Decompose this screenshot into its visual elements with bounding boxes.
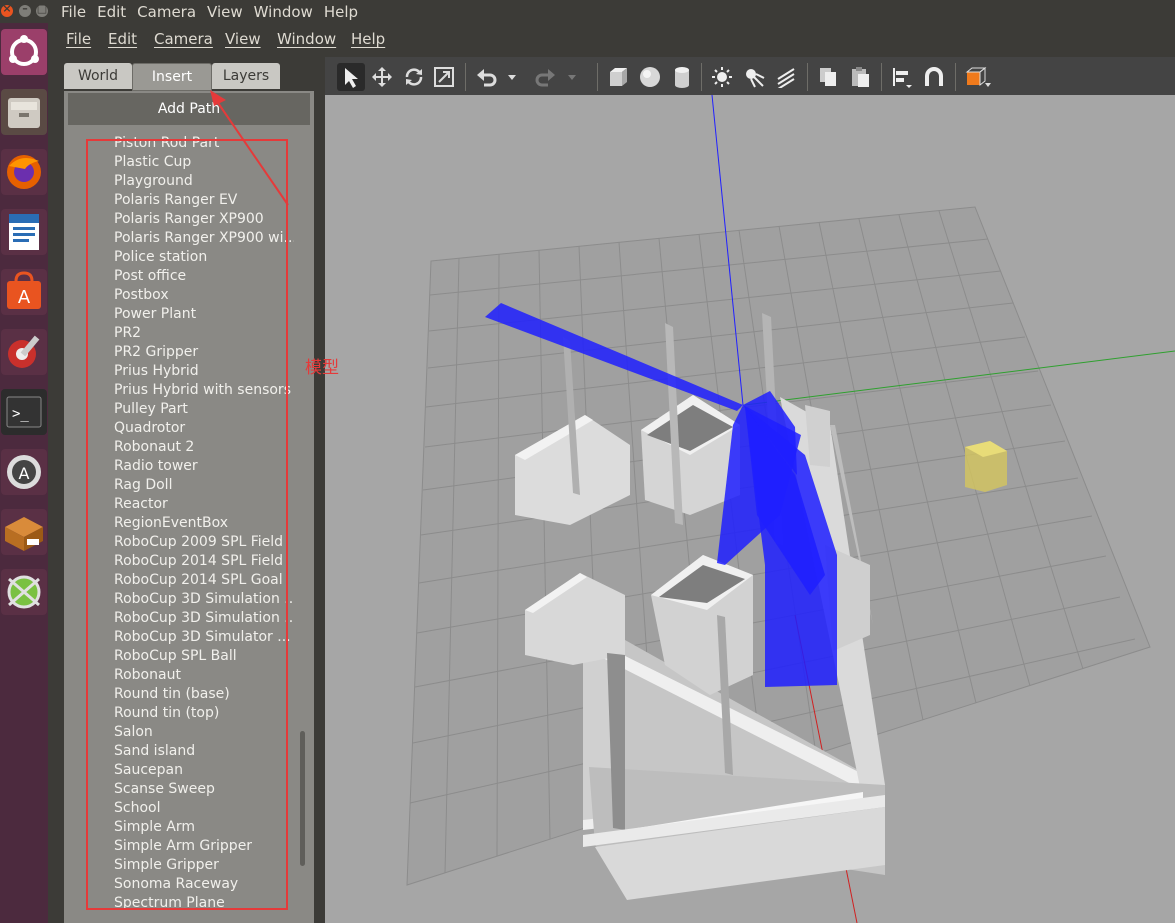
annotation-arrow-icon — [210, 90, 289, 206]
annotation-label: 模型 — [305, 358, 339, 378]
